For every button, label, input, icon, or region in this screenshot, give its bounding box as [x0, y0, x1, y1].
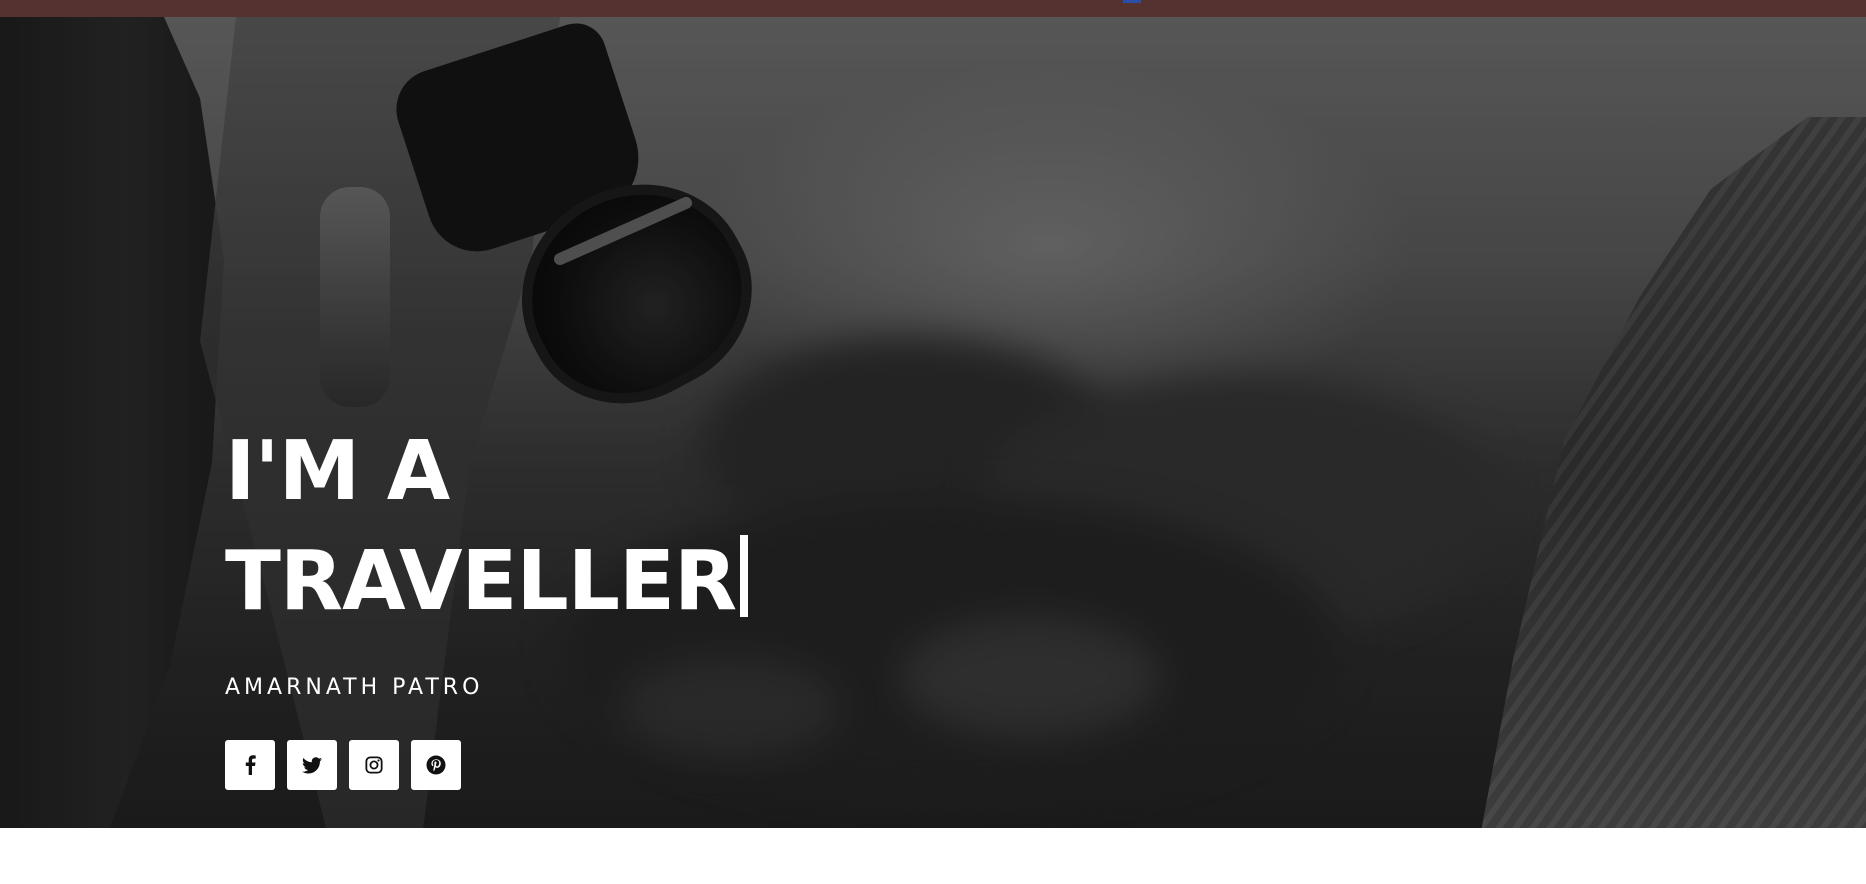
top-bar — [0, 0, 1866, 17]
instagram-button[interactable] — [349, 740, 399, 790]
social-links — [225, 740, 748, 790]
facebook-icon — [245, 755, 256, 775]
pinterest-button[interactable] — [411, 740, 461, 790]
twitter-icon — [302, 756, 322, 773]
hero-subtitle: AMARNATH PATRO — [225, 675, 484, 700]
pinterest-icon — [426, 755, 446, 775]
typed-word: TRAVELLER — [225, 534, 737, 629]
facebook-button[interactable] — [225, 740, 275, 790]
hero-title: I'M A TRAVELLER — [225, 417, 749, 637]
hero-title-line-1: I'M A — [225, 424, 450, 519]
hero-section: I'M A TRAVELLER AMARNATH PATRO — [0, 17, 1866, 828]
top-bar-indicator — [1123, 0, 1141, 3]
typing-cursor — [740, 535, 749, 617]
hero-title-line-2: TRAVELLER — [225, 527, 749, 637]
twitter-button[interactable] — [287, 740, 337, 790]
instagram-icon — [365, 756, 383, 774]
hero-content: I'M A TRAVELLER AMARNATH PATRO — [225, 417, 749, 790]
